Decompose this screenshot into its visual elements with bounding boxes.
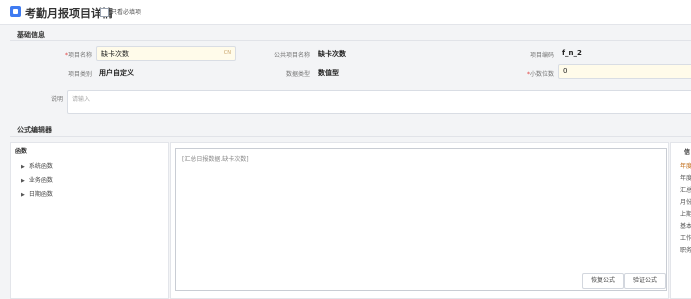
function-tree-header: 函数 (15, 148, 28, 155)
formula-editor-textarea[interactable]: [汇总日报数据.缺卡次数] (175, 148, 667, 291)
public-name-label: 公共项目名称 (273, 52, 310, 59)
info-item[interactable]: 年度 (680, 161, 691, 170)
data-type-value: 数值型 (318, 69, 339, 77)
public-name-value: 缺卡次数 (318, 50, 346, 58)
tree-item-system-functions[interactable]: ▶ 系统函数 (21, 161, 53, 170)
item-code-label: 项目编码 (529, 52, 554, 59)
decimal-label: *小数位数 (526, 71, 554, 78)
tree-item-business-functions[interactable]: ▶ 业务函数 (21, 175, 53, 184)
language-tag: CN (223, 50, 231, 56)
item-category-value: 用户自定义 (99, 69, 134, 77)
info-item[interactable]: 月份 (680, 197, 691, 206)
info-panel-header: 信 (684, 149, 691, 156)
info-item[interactable]: 工作 (680, 233, 691, 242)
tree-item-date-functions[interactable]: ▶ 日期函数 (21, 189, 53, 198)
item-category-label: 项目类别 (67, 71, 92, 78)
caret-right-icon: ▶ (21, 192, 25, 198)
info-item[interactable]: 基本 (680, 221, 691, 230)
validate-formula-button[interactable]: 验证公式 (624, 273, 666, 289)
caret-right-icon: ▶ (21, 178, 25, 184)
only-required-label[interactable]: 只看必填项 (111, 7, 141, 16)
description-label: 说明 (50, 96, 63, 103)
formula-editor-title: 公式编辑器 (17, 126, 52, 134)
item-name-input[interactable]: 缺卡次数 CN (96, 46, 236, 61)
info-item[interactable]: 汇总 (680, 185, 691, 194)
info-item[interactable]: 上期 (680, 209, 691, 218)
caret-right-icon: ▶ (21, 164, 25, 170)
item-code-value: f_n_2 (562, 49, 582, 57)
detail-icon (10, 6, 21, 17)
item-name-label: *项目名称 (64, 52, 92, 59)
divider (10, 40, 691, 41)
info-item[interactable]: 职务 (680, 245, 691, 254)
only-required-checkbox[interactable] (100, 8, 109, 17)
restore-formula-button[interactable]: 恢复公式 (582, 273, 624, 289)
description-textarea[interactable]: 请输入 (67, 90, 691, 114)
info-item[interactable]: 年度 (680, 173, 691, 182)
divider (10, 136, 691, 137)
data-type-label: 数据类型 (285, 71, 310, 78)
basic-info-title: 基础信息 (17, 31, 45, 39)
decimal-input[interactable]: 0 (558, 64, 691, 79)
